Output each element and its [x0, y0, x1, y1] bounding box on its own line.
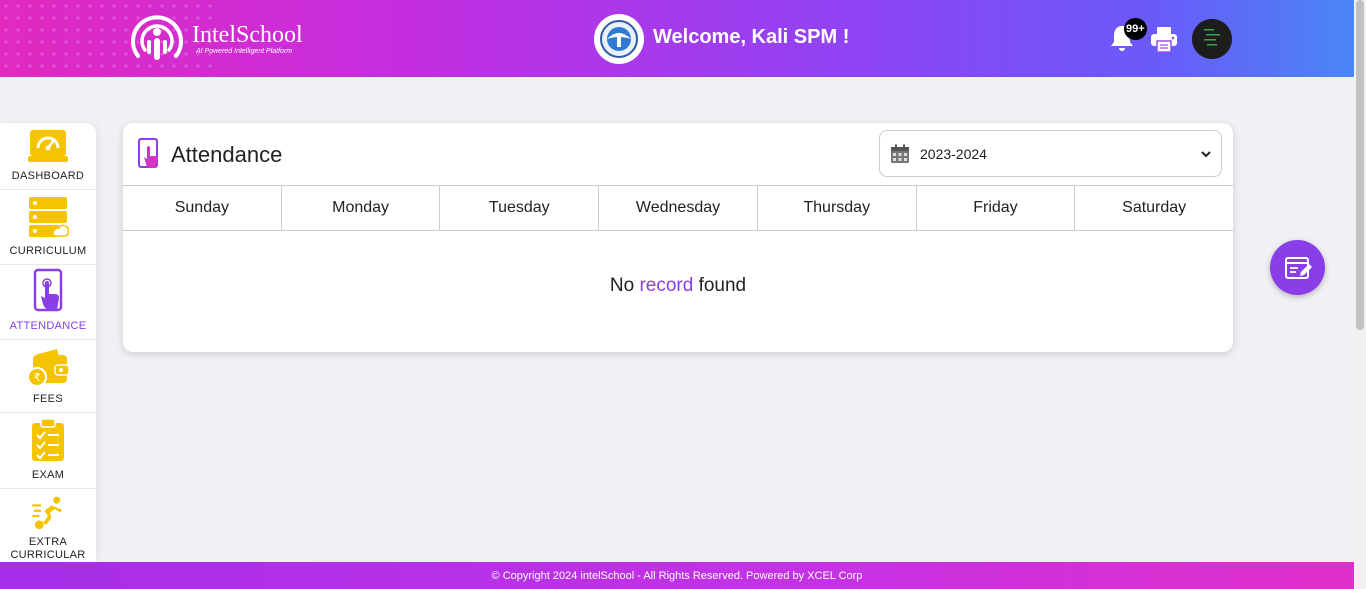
- attendance-touch-icon: [138, 138, 158, 168]
- sidebar-label-fees: FEES: [33, 393, 63, 405]
- floating-notes-button[interactable]: [1270, 240, 1325, 295]
- weekday-saturday: Saturday: [1122, 199, 1187, 216]
- attendance-touch-icon: [33, 268, 63, 312]
- clipboard-check-icon: [32, 418, 64, 461]
- weekday-friday: Friday: [917, 186, 1076, 230]
- sidebar-label-attendance: ATTENDANCE: [9, 320, 87, 332]
- svg-text:₹: ₹: [34, 371, 41, 384]
- sidebar-item-dashboard[interactable]: DASHBOARD: [0, 123, 96, 190]
- logo-broadcast-icon: [131, 15, 183, 60]
- scrollbar-thumb[interactable]: [1356, 0, 1364, 330]
- academic-year-select[interactable]: 2023-2024: [879, 130, 1222, 177]
- chevron-down-icon: [1201, 150, 1211, 157]
- page-title: Attendance: [171, 142, 283, 167]
- sidebar-item-attendance[interactable]: ATTENDANCE: [0, 265, 96, 340]
- logo-name: IntelSchool: [192, 21, 303, 48]
- weekday-sunday: Sunday: [123, 186, 282, 230]
- runner-icon: [32, 496, 62, 530]
- empty-highlight: record: [639, 275, 694, 296]
- wallet-rupee-icon: ₹: [27, 349, 69, 387]
- sidebar-item-curriculum[interactable]: CURRICULUM: [0, 190, 96, 265]
- weekday-header-row: Sunday Monday Tuesday Wednesday Thursday…: [123, 185, 1233, 231]
- empty-prefix: No: [609, 275, 635, 296]
- avatar-image: [1192, 19, 1232, 59]
- page-scrollbar[interactable]: [1354, 0, 1366, 589]
- copyright-text: © Copyright 2024 intelSchool - All Right…: [491, 569, 863, 582]
- school-emblem: [594, 14, 644, 64]
- weekday-tuesday: Tuesday: [440, 186, 600, 230]
- weekday-wednesday: Wednesday: [599, 186, 758, 230]
- top-header: IntelSchool AI Powered Intelligent Platf…: [0, 0, 1354, 77]
- notification-count-badge[interactable]: 99+: [1124, 18, 1147, 40]
- edit-note-icon: [1284, 256, 1312, 279]
- weekday-monday: Monday: [282, 186, 441, 230]
- page-footer: © Copyright 2024 intelSchool - All Right…: [0, 562, 1354, 589]
- welcome-message: Welcome, Kali SPM !: [653, 26, 850, 48]
- school-crest-icon: [600, 20, 638, 58]
- empty-suffix: found: [698, 275, 747, 296]
- sidebar-item-fees[interactable]: ₹ FEES: [0, 340, 96, 413]
- user-avatar[interactable]: [1192, 19, 1232, 59]
- weekday-thursday: Thursday: [758, 186, 917, 230]
- attendance-card: Attendance 2023-2024 Sunday Monday Tuesd…: [123, 123, 1233, 352]
- empty-state-message: No record found: [123, 275, 1233, 297]
- sidebar-item-exam[interactable]: EXAM: [0, 413, 96, 489]
- attendance-card-header: Attendance 2023-2024: [123, 123, 1233, 185]
- sidebar-nav: DASHBOARD CURRICULUM ATTENDANCE ₹ FEES E…: [0, 123, 96, 562]
- dashboard-gauge-icon: [28, 130, 68, 162]
- sidebar-label-curriculum: CURRICULUM: [9, 245, 87, 257]
- printer-icon[interactable]: [1149, 24, 1179, 54]
- logo-tagline: AI Powered Intelligent Platform: [196, 47, 293, 55]
- sidebar-item-extra-curricular[interactable]: EXTRA CURRICULAR: [0, 489, 96, 562]
- sidebar-label-dashboard: DASHBOARD: [11, 170, 85, 182]
- sidebar-label-extra-curricular: EXTRA CURRICULAR: [10, 536, 86, 561]
- sidebar-label-exam: EXAM: [31, 469, 65, 481]
- curriculum-server-icon: [29, 197, 69, 237]
- academic-year-value: 2023-2024: [920, 145, 987, 162]
- app-logo[interactable]: IntelSchool AI Powered Intelligent Platf…: [128, 12, 303, 64]
- calendar-icon: [891, 144, 909, 163]
